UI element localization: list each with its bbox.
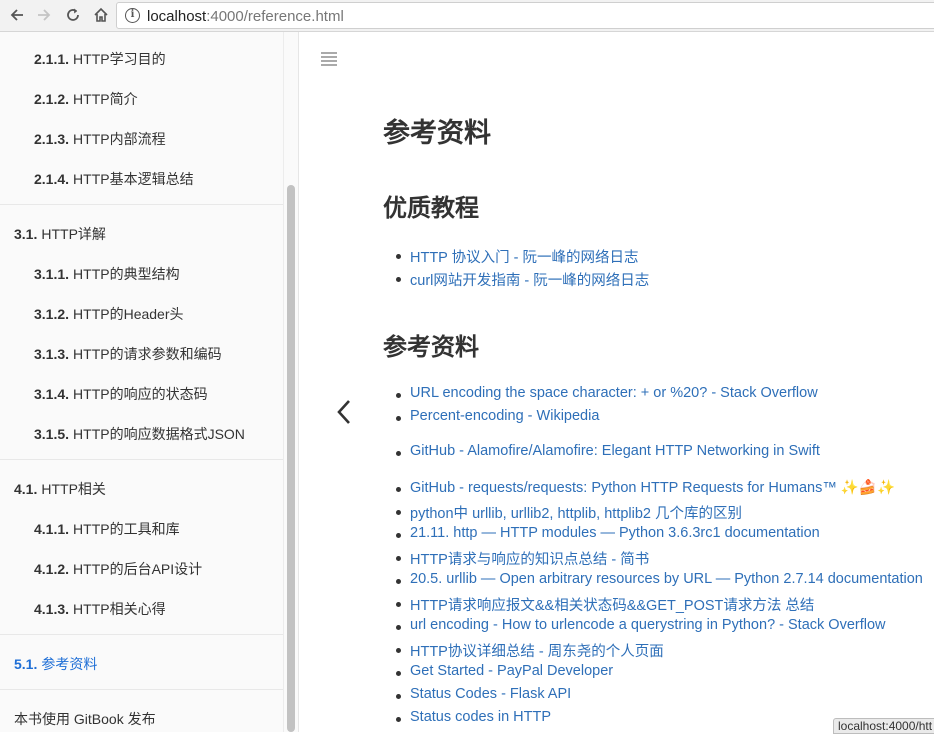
sidebar-item-4-1[interactable]: 4.1. HTTP相关 xyxy=(14,479,106,499)
list-bullet xyxy=(396,416,401,421)
reference-link[interactable]: GitHub - Alamofire/Alamofire: Elegant HT… xyxy=(410,443,820,459)
reference-link[interactable]: URL encoding the space character: + or %… xyxy=(410,385,818,401)
reload-icon xyxy=(67,8,79,21)
sidebar-item-2-1-1[interactable]: 2.1.1. HTTP学习目的 xyxy=(34,49,166,69)
sidebar-divider xyxy=(0,634,283,635)
reference-link[interactable]: Status codes in HTTP xyxy=(410,709,551,725)
list-bullet xyxy=(396,625,401,630)
list-bullet xyxy=(396,254,401,259)
list-bullet xyxy=(396,648,401,653)
list-bullet xyxy=(396,717,401,722)
list-bullet xyxy=(396,579,401,584)
arrow-right-icon xyxy=(38,9,51,21)
tutorial-link[interactable]: HTTP 协议入门 - 阮一峰的网络日志 xyxy=(410,246,639,267)
sidebar: 2.1.1. HTTP学习目的 2.1.2. HTTP简介 2.1.3. HTTP内部… xyxy=(0,32,299,732)
sidebar-scrollbar-thumb[interactable] xyxy=(287,185,295,732)
page-title: 参考资料 xyxy=(383,118,491,148)
address-bar[interactable]: i localhost:4000/reference.html xyxy=(116,2,934,29)
reload-button[interactable] xyxy=(61,3,85,27)
tutorial-link[interactable]: curl网站开发指南 - 阮一峰的网络日志 xyxy=(410,269,649,290)
sidebar-item-2-1-3[interactable]: 2.1.3. HTTP内部流程 xyxy=(34,129,166,149)
list-bullet xyxy=(396,602,401,607)
reference-link[interactable]: url encoding - How to urlencode a querys… xyxy=(410,617,886,633)
home-icon xyxy=(94,7,108,22)
list-bullet xyxy=(396,510,401,515)
list-bullet xyxy=(396,487,401,492)
reference-link[interactable]: Get Started - PayPal Developer xyxy=(410,663,613,679)
sidebar-item-4-1-1[interactable]: 4.1.1. HTTP的工具和库 xyxy=(34,519,180,539)
reference-link[interactable]: HTTP协议详细总结 - 周东尧的个人页面 xyxy=(410,640,664,661)
reference-link[interactable]: 21.11. http — HTTP modules — Python 3.6.… xyxy=(410,525,820,541)
list-bullet xyxy=(396,556,401,561)
reference-link[interactable]: HTTP请求响应报文&&相关状态码&&GET_POST请求方法 总结 xyxy=(410,594,814,615)
reference-link[interactable]: python中 urllib, urllib2, httplib, httpli… xyxy=(410,502,742,523)
list-bullet xyxy=(396,451,401,456)
sidebar-item-3-1-5[interactable]: 3.1.5. HTTP的响应数据格式JSON xyxy=(34,424,245,444)
sidebar-item-5-1-active[interactable]: 5.1. 参考资料 xyxy=(14,654,97,674)
list-bullet xyxy=(396,533,401,538)
sidebar-item-3-1-1[interactable]: 3.1.1. HTTP的典型结构 xyxy=(34,264,180,284)
reference-link[interactable]: Percent-encoding - Wikipedia xyxy=(410,408,599,424)
sidebar-item-3-1-3[interactable]: 3.1.3. HTTP的请求参数和编码 xyxy=(34,344,222,364)
arrow-left-icon xyxy=(10,9,23,21)
list-bullet xyxy=(396,277,401,282)
reference-link[interactable]: HTTP请求与响应的知识点总结 - 简书 xyxy=(410,548,649,569)
info-icon[interactable]: i xyxy=(125,8,140,23)
sidebar-item-4-1-2[interactable]: 4.1.2. HTTP的后台API设计 xyxy=(34,559,202,579)
list-bullet xyxy=(396,671,401,676)
list-bullet xyxy=(396,694,401,699)
home-button[interactable] xyxy=(89,3,113,27)
previous-page-button[interactable] xyxy=(333,396,357,428)
gitbook-footer-link[interactable]: 本书使用 GitBook 发布 xyxy=(14,709,156,729)
list-bullet xyxy=(396,393,401,398)
section-heading-tutorials: 优质教程 xyxy=(383,195,479,222)
browser-toolbar: i localhost:4000/reference.html xyxy=(0,0,934,32)
sidebar-item-4-1-3[interactable]: 4.1.3. HTTP相关心得 xyxy=(34,599,166,619)
sidebar-divider xyxy=(0,204,283,205)
sidebar-item-3-1[interactable]: 3.1. HTTP详解 xyxy=(14,224,106,244)
reference-link[interactable]: 20.5. urllib — Open arbitrary resources … xyxy=(410,571,923,587)
reference-link[interactable]: GitHub - requests/requests: Python HTTP … xyxy=(410,479,895,496)
sidebar-item-2-1-2[interactable]: 2.1.2. HTTP简介 xyxy=(34,89,138,109)
forward-button[interactable] xyxy=(32,3,56,27)
url-text: localhost:4000/reference.html xyxy=(147,8,344,25)
sidebar-item-3-1-4[interactable]: 3.1.4. HTTP的响应的状态码 xyxy=(34,384,208,404)
sidebar-item-3-1-2[interactable]: 3.1.2. HTTP的Header头 xyxy=(34,304,184,324)
reference-link[interactable]: Status Codes - Flask API xyxy=(410,686,571,702)
back-button[interactable] xyxy=(5,3,29,27)
chevron-left-icon xyxy=(337,400,350,424)
section-heading-references: 参考资料 xyxy=(383,334,479,361)
sidebar-divider xyxy=(0,689,283,690)
sidebar-item-2-1-4[interactable]: 2.1.4. HTTP基本逻辑总结 xyxy=(34,169,194,189)
menu-toggle-icon[interactable] xyxy=(321,52,337,66)
sidebar-divider xyxy=(0,459,283,460)
